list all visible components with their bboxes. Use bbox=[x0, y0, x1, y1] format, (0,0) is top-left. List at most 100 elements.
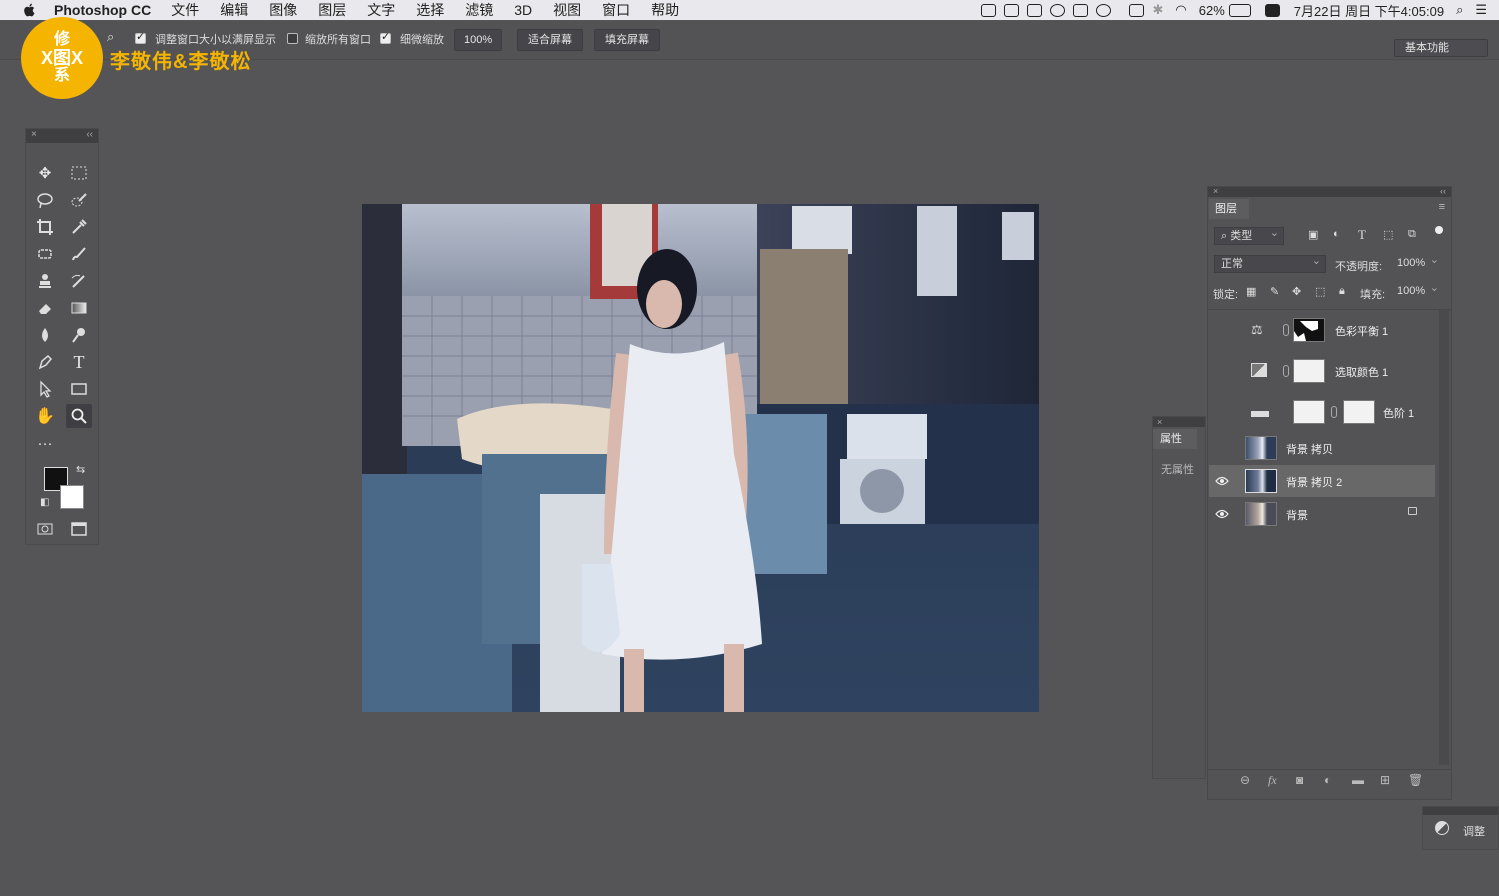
filter-type-layers-icon[interactable]: T bbox=[1358, 227, 1366, 243]
battery-icon[interactable] bbox=[1228, 3, 1251, 17]
filter-pixel-layers-icon[interactable]: ▣ bbox=[1308, 228, 1318, 241]
menu-file[interactable]: 文件 bbox=[171, 0, 199, 20]
layer-row[interactable]: 色阶 1 bbox=[1209, 396, 1435, 428]
eyedropper-tool-icon[interactable] bbox=[66, 215, 92, 239]
screen-mode-icon[interactable] bbox=[66, 517, 92, 541]
blur-tool-icon[interactable] bbox=[32, 323, 58, 347]
spotlight-search-icon[interactable]: ⌕ bbox=[1456, 2, 1463, 18]
bluetooth-icon[interactable]: ✱ bbox=[1152, 2, 1163, 18]
brush-tool-icon[interactable] bbox=[66, 242, 92, 266]
lock-artboard-icon[interactable]: ⬚ bbox=[1315, 285, 1325, 298]
adjustments-icon[interactable] bbox=[1435, 821, 1449, 835]
link-icon[interactable] bbox=[1331, 406, 1337, 418]
layer-mask-thumbnail[interactable] bbox=[1293, 318, 1325, 342]
gradient-tool-icon[interactable] bbox=[66, 296, 92, 320]
resize-windows-checkbox[interactable] bbox=[135, 30, 146, 44]
fill-input[interactable]: 100% bbox=[1391, 280, 1443, 301]
filter-adjustment-layers-icon[interactable]: ◐ bbox=[1333, 228, 1340, 240]
opacity-input[interactable]: 100% bbox=[1391, 252, 1443, 273]
canvas-image[interactable] bbox=[362, 204, 1039, 712]
close-icon[interactable]: × bbox=[1213, 186, 1218, 196]
clock[interactable]: 7月22日 周日 下午4:05:09 bbox=[1294, 1, 1444, 20]
link-icon[interactable] bbox=[1283, 365, 1289, 377]
eye-icon[interactable] bbox=[1215, 508, 1229, 520]
link-icon[interactable] bbox=[1283, 324, 1289, 336]
status-s-icon[interactable] bbox=[1264, 3, 1280, 17]
layer-row-selected[interactable]: 背景 拷贝 2 bbox=[1209, 465, 1435, 497]
path-selection-tool-icon[interactable] bbox=[32, 377, 58, 401]
status-b-icon[interactable] bbox=[1096, 3, 1112, 17]
history-brush-tool-icon[interactable] bbox=[66, 269, 92, 293]
trash-icon[interactable]: 🗑︎ bbox=[1408, 773, 1423, 787]
rectangle-tool-icon[interactable] bbox=[66, 377, 92, 401]
new-group-icon[interactable]: ▬ bbox=[1352, 773, 1364, 787]
layer-row[interactable]: ⚖ 色彩平衡 1 bbox=[1209, 314, 1435, 346]
menu-help[interactable]: 帮助 bbox=[651, 0, 679, 20]
workspace-switcher[interactable]: 基本功能 bbox=[1394, 39, 1488, 57]
quick-mask-icon[interactable] bbox=[32, 517, 58, 541]
menu-type[interactable]: 文字 bbox=[367, 0, 395, 20]
eraser-tool-icon[interactable] bbox=[32, 296, 58, 320]
menu-layer[interactable]: 图层 bbox=[318, 0, 346, 20]
menu-3d[interactable]: 3D bbox=[514, 2, 532, 18]
fx-icon[interactable]: fx bbox=[1268, 773, 1277, 788]
app-name-menu[interactable]: Photoshop CC bbox=[54, 2, 151, 18]
lock-transparent-icon[interactable]: ▦ bbox=[1246, 285, 1256, 298]
lock-position-icon[interactable]: ✥ bbox=[1292, 285, 1301, 298]
creative-cloud-icon[interactable] bbox=[1050, 3, 1066, 17]
airplay-icon[interactable] bbox=[1129, 3, 1145, 17]
status-app-icon[interactable] bbox=[981, 3, 997, 17]
menu-edit[interactable]: 编辑 bbox=[220, 0, 248, 20]
new-adjustment-icon[interactable]: ◐ bbox=[1324, 773, 1331, 787]
layer-thumbnail[interactable] bbox=[1245, 469, 1277, 493]
properties-tab[interactable]: 属性 bbox=[1153, 429, 1197, 449]
visibility-toggle[interactable] bbox=[1215, 322, 1229, 336]
layer-name[interactable]: 色彩平衡 1 bbox=[1335, 323, 1388, 339]
tools-panel-header[interactable]: × ‹‹ bbox=[26, 129, 98, 143]
zoom-tool-icon[interactable]: ⌕ bbox=[107, 29, 114, 45]
type-tool-icon[interactable]: T bbox=[66, 350, 92, 374]
background-color-swatch[interactable] bbox=[60, 485, 84, 509]
blend-mode-dropdown[interactable]: 正常 bbox=[1214, 253, 1326, 273]
properties-panel-header[interactable]: × bbox=[1153, 417, 1205, 427]
layer-name[interactable]: 背景 拷贝 bbox=[1286, 441, 1333, 457]
fit-screen-button[interactable]: 适合屏幕 bbox=[517, 29, 583, 51]
marquee-tool-icon[interactable] bbox=[66, 161, 92, 185]
layers-tab[interactable]: 图层 bbox=[1209, 199, 1249, 219]
pen-tool-icon[interactable] bbox=[32, 350, 58, 374]
adjustments-label[interactable]: 调整 bbox=[1463, 823, 1485, 839]
swap-colors-icon[interactable]: ⇆ bbox=[76, 463, 85, 476]
move-tool-icon[interactable]: ✥ bbox=[32, 161, 58, 185]
link-layers-icon[interactable]: ⊖ bbox=[1240, 773, 1250, 787]
layer-name[interactable]: 背景 拷贝 2 bbox=[1286, 474, 1342, 490]
add-mask-icon[interactable]: ◙ bbox=[1296, 773, 1303, 787]
panel-menu-icon[interactable]: ≡ bbox=[1439, 201, 1445, 213]
layer-row[interactable]: 选取颜色 1 bbox=[1209, 355, 1435, 387]
layer-thumbnail[interactable] bbox=[1245, 436, 1277, 460]
menu-select[interactable]: 选择 bbox=[416, 0, 444, 20]
dodge-tool-icon[interactable] bbox=[66, 323, 92, 347]
wifi-icon[interactable]: ◠ bbox=[1175, 2, 1186, 18]
lasso-tool-icon[interactable] bbox=[32, 188, 58, 212]
layer-mask-thumbnail[interactable] bbox=[1293, 359, 1325, 383]
default-colors-icon[interactable]: ◧ bbox=[40, 497, 49, 508]
layer-thumbnail[interactable] bbox=[1245, 502, 1277, 526]
healing-brush-tool-icon[interactable] bbox=[32, 242, 58, 266]
collapse-icon[interactable]: ‹‹ bbox=[1440, 186, 1446, 196]
crop-tool-icon[interactable] bbox=[32, 215, 58, 239]
menu-window[interactable]: 窗口 bbox=[602, 0, 630, 20]
collapse-icon[interactable]: ‹‹ bbox=[86, 129, 93, 140]
filter-shape-layers-icon[interactable]: ⬚ bbox=[1383, 228, 1393, 241]
layer-mask-thumbnail[interactable] bbox=[1343, 400, 1375, 424]
zoom-all-windows-checkbox[interactable] bbox=[287, 33, 298, 44]
layers-scrollbar[interactable] bbox=[1439, 310, 1449, 765]
layer-name[interactable]: 选取颜色 1 bbox=[1335, 364, 1388, 380]
layer-row[interactable]: 背景 拷贝 bbox=[1209, 432, 1435, 464]
status-app-icon[interactable] bbox=[1004, 3, 1020, 17]
layer-name[interactable]: 色阶 1 bbox=[1383, 405, 1414, 421]
lock-image-icon[interactable]: ✎ bbox=[1270, 285, 1279, 298]
filter-toggle-icon[interactable] bbox=[1435, 226, 1443, 234]
menu-view[interactable]: 视图 bbox=[553, 0, 581, 20]
filter-smart-objects-icon[interactable]: ⧉ bbox=[1408, 228, 1416, 241]
close-icon[interactable]: × bbox=[1157, 417, 1162, 427]
